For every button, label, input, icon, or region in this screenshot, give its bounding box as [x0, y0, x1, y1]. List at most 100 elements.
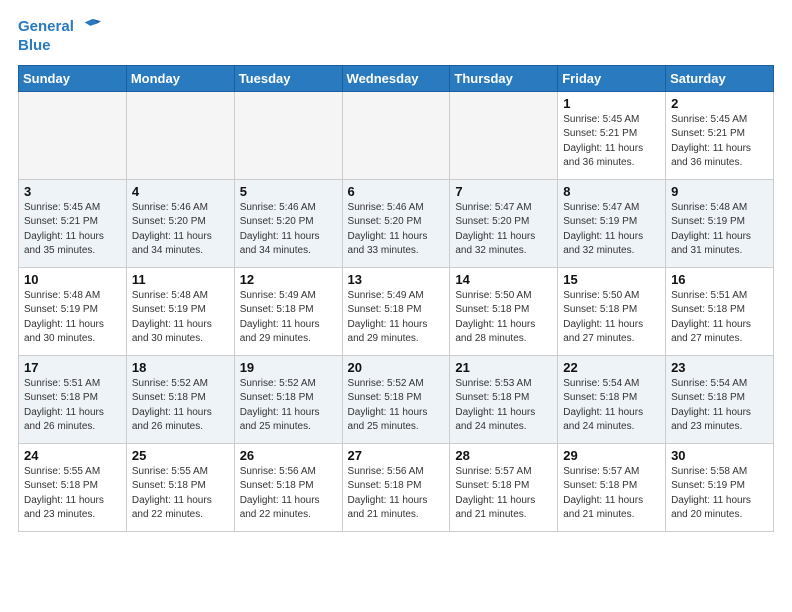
calendar-cell: 4 Sunrise: 5:46 AM Sunset: 5:20 PM Daylig…: [126, 179, 234, 267]
calendar-cell: 7 Sunrise: 5:47 AM Sunset: 5:20 PM Daylig…: [450, 179, 558, 267]
calendar-cell: 18Sunrise: 5:52 AM Sunset: 5:18 PM Dayli…: [126, 355, 234, 443]
day-number: 28: [455, 448, 552, 463]
day-info: Sunrise: 5:51 AM Sunset: 5:18 PM Dayligh…: [671, 289, 768, 347]
day-info: Sunrise: 5:48 AM Sunset: 5:19 PM Dayligh…: [132, 289, 229, 347]
day-number: 5: [240, 184, 337, 199]
logo-bird-icon: [80, 16, 102, 38]
day-info: Sunrise: 5:56 AM Sunset: 5:18 PM Dayligh…: [348, 465, 445, 523]
day-info: Sunrise: 5:55 AM Sunset: 5:18 PM Dayligh…: [132, 465, 229, 523]
calendar-cell: 21 Sunrise: 5:53 AM Sunset: 5:18 PM Dayli…: [450, 355, 558, 443]
day-info: Sunrise: 5:45 AM Sunset: 5:21 PM Dayligh…: [671, 113, 768, 171]
calendar-cell: 9 Sunrise: 5:48 AM Sunset: 5:19 PM Daylig…: [666, 179, 774, 267]
calendar-cell: 1 Sunrise: 5:45 AM Sunset: 5:21 PM Daylig…: [558, 91, 666, 179]
calendar-week-5: 24 Sunrise: 5:55 AM Sunset: 5:18 PM Dayli…: [19, 443, 774, 531]
day-number: 18: [132, 360, 229, 375]
weekday-header-saturday: Saturday: [666, 65, 774, 91]
day-number: 10: [24, 272, 121, 287]
weekday-header-sunday: Sunday: [19, 65, 127, 91]
day-number: 30: [671, 448, 768, 463]
calendar-cell: [342, 91, 450, 179]
calendar-cell: 29Sunrise: 5:57 AM Sunset: 5:18 PM Dayli…: [558, 443, 666, 531]
calendar-cell: 10 Sunrise: 5:48 AM Sunset: 5:19 PM Dayli…: [19, 267, 127, 355]
weekday-header-wednesday: Wednesday: [342, 65, 450, 91]
calendar-cell: 23Sunrise: 5:54 AM Sunset: 5:18 PM Dayli…: [666, 355, 774, 443]
day-info: Sunrise: 5:47 AM Sunset: 5:19 PM Dayligh…: [563, 201, 660, 259]
day-info: Sunrise: 5:57 AM Sunset: 5:18 PM Dayligh…: [455, 465, 552, 523]
logo: General Blue: [18, 16, 102, 55]
day-number: 13: [348, 272, 445, 287]
calendar-cell: 12 Sunrise: 5:49 AM Sunset: 5:18 PM Dayli…: [234, 267, 342, 355]
day-info: Sunrise: 5:53 AM Sunset: 5:18 PM Dayligh…: [455, 377, 552, 435]
weekday-header-thursday: Thursday: [450, 65, 558, 91]
calendar-cell: 26 Sunrise: 5:56 AM Sunset: 5:18 PM Dayli…: [234, 443, 342, 531]
day-number: 3: [24, 184, 121, 199]
weekday-header-monday: Monday: [126, 65, 234, 91]
calendar-cell: 24 Sunrise: 5:55 AM Sunset: 5:18 PM Dayli…: [19, 443, 127, 531]
day-number: 7: [455, 184, 552, 199]
day-info: Sunrise: 5:48 AM Sunset: 5:19 PM Dayligh…: [24, 289, 121, 347]
calendar-week-3: 10 Sunrise: 5:48 AM Sunset: 5:19 PM Dayli…: [19, 267, 774, 355]
day-info: Sunrise: 5:49 AM Sunset: 5:18 PM Dayligh…: [240, 289, 337, 347]
calendar-cell: 30 Sunrise: 5:58 AM Sunset: 5:19 PM Dayli…: [666, 443, 774, 531]
day-number: 26: [240, 448, 337, 463]
day-number: 4: [132, 184, 229, 199]
calendar-cell: 15 Sunrise: 5:50 AM Sunset: 5:18 PM Dayli…: [558, 267, 666, 355]
calendar-cell: 22 Sunrise: 5:54 AM Sunset: 5:18 PM Dayli…: [558, 355, 666, 443]
calendar-cell: [126, 91, 234, 179]
day-number: 20: [348, 360, 445, 375]
day-number: 2: [671, 96, 768, 111]
weekday-header-tuesday: Tuesday: [234, 65, 342, 91]
day-info: Sunrise: 5:45 AM Sunset: 5:21 PM Dayligh…: [563, 113, 660, 171]
day-number: 15: [563, 272, 660, 287]
logo-text: General: [18, 16, 102, 38]
calendar-cell: 6Sunrise: 5:46 AM Sunset: 5:20 PM Daylig…: [342, 179, 450, 267]
calendar-cell: 13 Sunrise: 5:49 AM Sunset: 5:18 PM Dayli…: [342, 267, 450, 355]
calendar-cell: 27Sunrise: 5:56 AM Sunset: 5:18 PM Dayli…: [342, 443, 450, 531]
day-info: Sunrise: 5:50 AM Sunset: 5:18 PM Dayligh…: [455, 289, 552, 347]
day-number: 12: [240, 272, 337, 287]
calendar-cell: 16Sunrise: 5:51 AM Sunset: 5:18 PM Dayli…: [666, 267, 774, 355]
calendar-cell: 11 Sunrise: 5:48 AM Sunset: 5:19 PM Dayli…: [126, 267, 234, 355]
day-number: 22: [563, 360, 660, 375]
day-info: Sunrise: 5:48 AM Sunset: 5:19 PM Dayligh…: [671, 201, 768, 259]
day-info: Sunrise: 5:45 AM Sunset: 5:21 PM Dayligh…: [24, 201, 121, 259]
calendar-cell: 25 Sunrise: 5:55 AM Sunset: 5:18 PM Dayli…: [126, 443, 234, 531]
day-number: 25: [132, 448, 229, 463]
calendar-week-2: 3 Sunrise: 5:45 AM Sunset: 5:21 PM Daylig…: [19, 179, 774, 267]
calendar-cell: [450, 91, 558, 179]
calendar-cell: 28 Sunrise: 5:57 AM Sunset: 5:18 PM Dayli…: [450, 443, 558, 531]
day-info: Sunrise: 5:54 AM Sunset: 5:18 PM Dayligh…: [671, 377, 768, 435]
day-info: Sunrise: 5:46 AM Sunset: 5:20 PM Dayligh…: [240, 201, 337, 259]
day-info: Sunrise: 5:52 AM Sunset: 5:18 PM Dayligh…: [348, 377, 445, 435]
day-info: Sunrise: 5:46 AM Sunset: 5:20 PM Dayligh…: [132, 201, 229, 259]
calendar-cell: 20 Sunrise: 5:52 AM Sunset: 5:18 PM Dayli…: [342, 355, 450, 443]
calendar-cell: [19, 91, 127, 179]
day-info: Sunrise: 5:50 AM Sunset: 5:18 PM Dayligh…: [563, 289, 660, 347]
day-info: Sunrise: 5:56 AM Sunset: 5:18 PM Dayligh…: [240, 465, 337, 523]
day-number: 21: [455, 360, 552, 375]
weekday-header-friday: Friday: [558, 65, 666, 91]
calendar-cell: 8 Sunrise: 5:47 AM Sunset: 5:19 PM Daylig…: [558, 179, 666, 267]
calendar-cell: 14Sunrise: 5:50 AM Sunset: 5:18 PM Dayli…: [450, 267, 558, 355]
day-info: Sunrise: 5:49 AM Sunset: 5:18 PM Dayligh…: [348, 289, 445, 347]
day-number: 8: [563, 184, 660, 199]
day-info: Sunrise: 5:54 AM Sunset: 5:18 PM Dayligh…: [563, 377, 660, 435]
day-info: Sunrise: 5:55 AM Sunset: 5:18 PM Dayligh…: [24, 465, 121, 523]
day-info: Sunrise: 5:46 AM Sunset: 5:20 PM Dayligh…: [348, 201, 445, 259]
day-number: 11: [132, 272, 229, 287]
logo-text-blue: Blue: [18, 38, 102, 55]
calendar-cell: 19Sunrise: 5:52 AM Sunset: 5:18 PM Dayli…: [234, 355, 342, 443]
day-number: 17: [24, 360, 121, 375]
day-number: 1: [563, 96, 660, 111]
calendar-cell: 2 Sunrise: 5:45 AM Sunset: 5:21 PM Daylig…: [666, 91, 774, 179]
calendar-cell: [234, 91, 342, 179]
calendar-week-4: 17Sunrise: 5:51 AM Sunset: 5:18 PM Dayli…: [19, 355, 774, 443]
day-number: 24: [24, 448, 121, 463]
day-number: 9: [671, 184, 768, 199]
page: General Blue SundayMondayTuesdayWednesda…: [0, 0, 792, 542]
calendar-table: SundayMondayTuesdayWednesdayThursdayFrid…: [18, 65, 774, 532]
day-info: Sunrise: 5:47 AM Sunset: 5:20 PM Dayligh…: [455, 201, 552, 259]
day-number: 29: [563, 448, 660, 463]
day-info: Sunrise: 5:58 AM Sunset: 5:19 PM Dayligh…: [671, 465, 768, 523]
calendar-week-1: 1 Sunrise: 5:45 AM Sunset: 5:21 PM Daylig…: [19, 91, 774, 179]
